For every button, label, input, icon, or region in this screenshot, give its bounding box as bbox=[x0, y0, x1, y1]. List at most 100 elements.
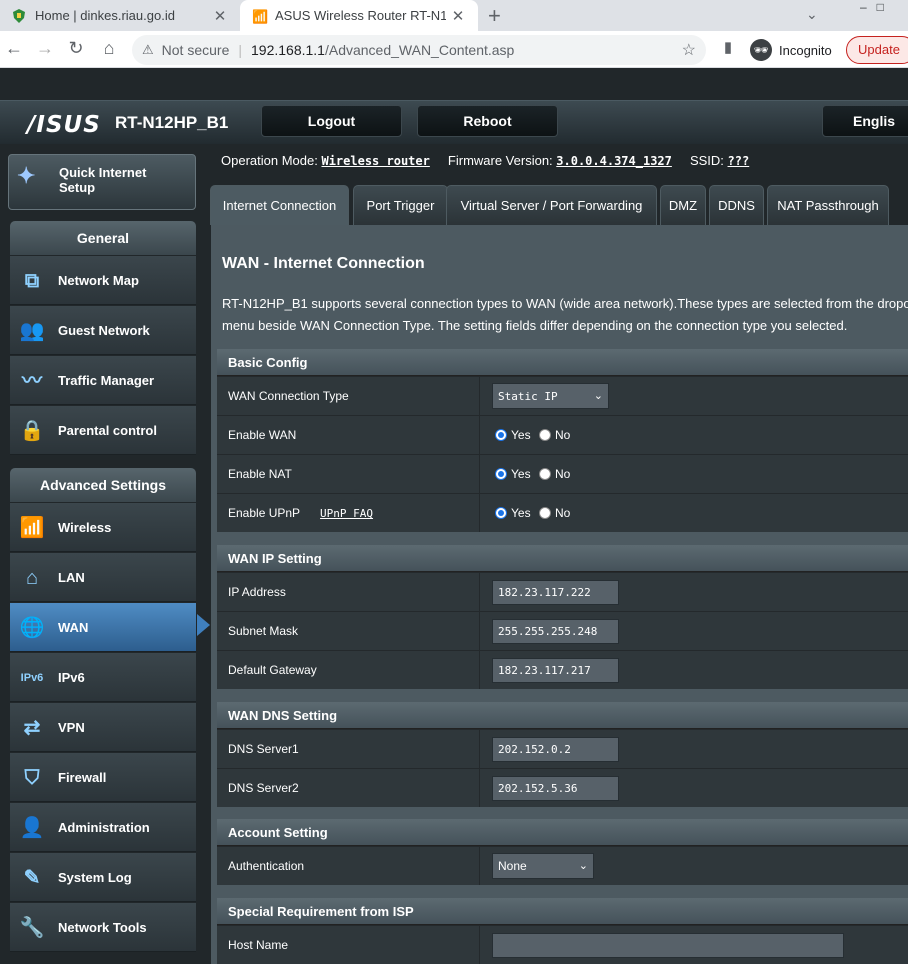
wifi-icon: 📶 bbox=[19, 517, 45, 539]
sidebar-item-network-map[interactable]: ⧉ Network Map bbox=[10, 256, 196, 305]
firmware-link[interactable]: 3.0.0.4.374_1327 bbox=[556, 154, 672, 168]
tab-search-chevron-icon[interactable]: ⌄ bbox=[806, 6, 818, 23]
upnp-faq-link[interactable]: UPnP FAQ bbox=[320, 507, 373, 520]
window-controls[interactable]: – □ bbox=[860, 0, 884, 14]
tab-nat-passthrough[interactable]: NAT Passthrough bbox=[767, 185, 889, 225]
op-mode-link[interactable]: Wireless router bbox=[321, 154, 429, 168]
ip-address-input[interactable]: 182.23.117.222 bbox=[492, 580, 619, 605]
close-tab-icon[interactable]: ✕ bbox=[446, 7, 470, 25]
address-bar[interactable]: ⚠ Not secure | 192.168.1.1/Advanced_WAN_… bbox=[132, 35, 706, 65]
tab-dmz[interactable]: DMZ bbox=[660, 185, 706, 225]
default-gateway-input[interactable]: 182.23.117.217 bbox=[492, 658, 619, 683]
language-button[interactable]: Englis bbox=[822, 105, 908, 137]
tab-internet-connection[interactable]: Internet Connection bbox=[210, 185, 349, 225]
ssid-link[interactable]: ??? bbox=[728, 154, 750, 168]
user-icon: 👤 bbox=[19, 817, 45, 839]
enable-upnp-yes-radio[interactable]: Yes bbox=[495, 506, 531, 520]
browser-tab-home[interactable]: Home | dinkes.riau.go.id ✕ bbox=[0, 0, 240, 31]
enable-upnp-no-radio[interactable]: No bbox=[539, 506, 570, 520]
basic-config-section: Basic Config WAN Connection Type Static … bbox=[217, 349, 908, 532]
enable-nat-no-radio[interactable]: No bbox=[539, 467, 570, 481]
vpn-icon: ⇄ bbox=[23, 717, 41, 739]
enable-nat-yes-radio[interactable]: Yes bbox=[495, 467, 531, 481]
section-header: Account Setting bbox=[217, 819, 908, 846]
sidebar-item-label: VPN bbox=[58, 720, 85, 735]
dns-server2-input[interactable]: 202.152.5.36 bbox=[492, 776, 619, 801]
wan-ip-section: WAN IP Setting IP Address 182.23.117.222… bbox=[217, 545, 908, 689]
close-tab-icon[interactable]: ✕ bbox=[208, 7, 232, 25]
table-row: DNS Server1 202.152.0.2 bbox=[217, 729, 908, 768]
field-label: IP Address bbox=[228, 585, 286, 599]
quick-internet-setup-button[interactable]: ✦ Quick Internet Setup bbox=[8, 154, 196, 210]
firmware-label: Firmware Version: bbox=[447, 153, 553, 168]
table-row: IP Address 182.23.117.222 bbox=[217, 572, 908, 611]
traffic-manager-icon: 〰 bbox=[22, 370, 42, 392]
sidebar-item-label: LAN bbox=[58, 570, 85, 585]
main-panel: WAN - Internet Connection RT-N12HP_B1 su… bbox=[211, 225, 908, 964]
sidebar-item-lan[interactable]: ⌂ LAN bbox=[10, 553, 196, 602]
qis-label: Quick Internet Setup bbox=[59, 165, 147, 195]
enable-wan-yes-radio[interactable]: Yes bbox=[495, 428, 531, 442]
ssid-label: SSID: bbox=[689, 153, 724, 168]
tab-ddns[interactable]: DDNS bbox=[709, 185, 764, 225]
model-name: RT-N12HP_B1 bbox=[115, 113, 229, 132]
network-map-icon: ⧉ bbox=[24, 270, 40, 292]
table-row: WAN Connection Type Static IP ⌄ bbox=[217, 376, 908, 415]
wifi-favicon-icon: 📶 bbox=[252, 8, 269, 24]
sidebar-item-ipv6[interactable]: IPv6 IPv6 bbox=[10, 653, 196, 702]
selected-arrow bbox=[197, 614, 210, 636]
tab-port-trigger[interactable]: Port Trigger bbox=[353, 185, 448, 225]
isp-requirement-section: Special Requirement from ISP Host Name bbox=[217, 898, 908, 964]
forward-icon[interactable]: → bbox=[33, 38, 57, 59]
authentication-select[interactable]: None ⌄ bbox=[492, 853, 594, 879]
sidebar-item-wireless[interactable]: 📶 Wireless bbox=[10, 503, 196, 552]
sidebar-item-label: Administration bbox=[58, 820, 150, 835]
description-line: RT-N12HP_B1 supports several connection … bbox=[222, 296, 908, 311]
section-header: Basic Config bbox=[217, 349, 908, 376]
browser-tab-router[interactable]: 📶 ASUS Wireless Router RT-N12HP ✕ bbox=[240, 0, 478, 31]
logout-button[interactable]: Logout bbox=[261, 105, 402, 137]
op-mode-label: Operation Mode: bbox=[221, 153, 318, 168]
home-icon[interactable]: ⌂ bbox=[97, 38, 121, 59]
warning-icon[interactable]: ⚠ bbox=[142, 42, 154, 58]
wan-dns-section: WAN DNS Setting DNS Server1 202.152.0.2 … bbox=[217, 702, 908, 807]
back-icon[interactable]: ← bbox=[2, 38, 26, 59]
general-header: General bbox=[10, 221, 196, 255]
sidebar-item-guest-network[interactable]: 👥 Guest Network bbox=[10, 306, 196, 355]
update-button[interactable]: Update bbox=[846, 36, 908, 64]
account-setting-section: Account Setting Authentication None ⌄ bbox=[217, 819, 908, 885]
sidebar-item-administration[interactable]: 👤 Administration bbox=[10, 803, 196, 852]
sidebar-item-wan[interactable]: 🌐 WAN bbox=[10, 603, 196, 652]
tab-virtual-server[interactable]: Virtual Server / Port Forwarding bbox=[446, 185, 657, 225]
sidebar-item-vpn[interactable]: ⇄ VPN bbox=[10, 703, 196, 752]
sidebar-item-parental-control[interactable]: 🔒 Parental control bbox=[10, 406, 196, 455]
field-label: DNS Server2 bbox=[228, 781, 299, 795]
reload-icon[interactable]: ↻ bbox=[64, 38, 88, 59]
dns-server1-input[interactable]: 202.152.0.2 bbox=[492, 737, 619, 762]
sidebar-item-firewall[interactable]: ⛉ Firewall bbox=[10, 753, 196, 802]
reboot-button[interactable]: Reboot bbox=[417, 105, 558, 137]
ipv6-icon: IPv6 bbox=[20, 672, 44, 684]
sidebar-item-traffic-manager[interactable]: 〰 Traffic Manager bbox=[10, 356, 196, 405]
incognito-indicator[interactable]: 🕶 Incognito bbox=[750, 37, 832, 63]
table-row: Default Gateway 182.23.117.217 bbox=[217, 650, 908, 689]
table-row: Subnet Mask 255.255.255.248 bbox=[217, 611, 908, 650]
enable-wan-no-radio[interactable]: No bbox=[539, 428, 570, 442]
bookmark-star-icon[interactable]: ☆ bbox=[682, 40, 696, 60]
sidebar-item-network-tools[interactable]: 🔧 Network Tools bbox=[10, 903, 196, 952]
wrench-icon: 🔧 bbox=[19, 917, 45, 939]
shield-icon: ⛉ bbox=[24, 767, 40, 789]
new-tab-button[interactable]: + bbox=[488, 3, 501, 29]
security-label[interactable]: Not secure bbox=[162, 42, 230, 58]
browser-toolbar: ← → ↻ ⌂ ⚠ Not secure | 192.168.1.1/Advan… bbox=[0, 31, 908, 68]
subnet-mask-input[interactable]: 255.255.255.248 bbox=[492, 619, 619, 644]
advanced-settings-header: Advanced Settings bbox=[10, 468, 196, 502]
wan-connection-type-select[interactable]: Static IP ⌄ bbox=[492, 383, 609, 409]
sidebar-item-system-log[interactable]: ✎ System Log bbox=[10, 853, 196, 902]
host-name-input[interactable] bbox=[492, 933, 844, 958]
section-header: WAN DNS Setting bbox=[217, 702, 908, 729]
browser-tab-strip: Home | dinkes.riau.go.id ✕ 📶 ASUS Wirele… bbox=[0, 0, 908, 31]
side-panel-icon[interactable]: ▮ bbox=[716, 38, 740, 56]
router-page: /ISUS RT-N12HP_B1 Logout Reboot Englis ✦… bbox=[0, 68, 908, 964]
chevron-down-icon: ⌄ bbox=[593, 390, 603, 402]
